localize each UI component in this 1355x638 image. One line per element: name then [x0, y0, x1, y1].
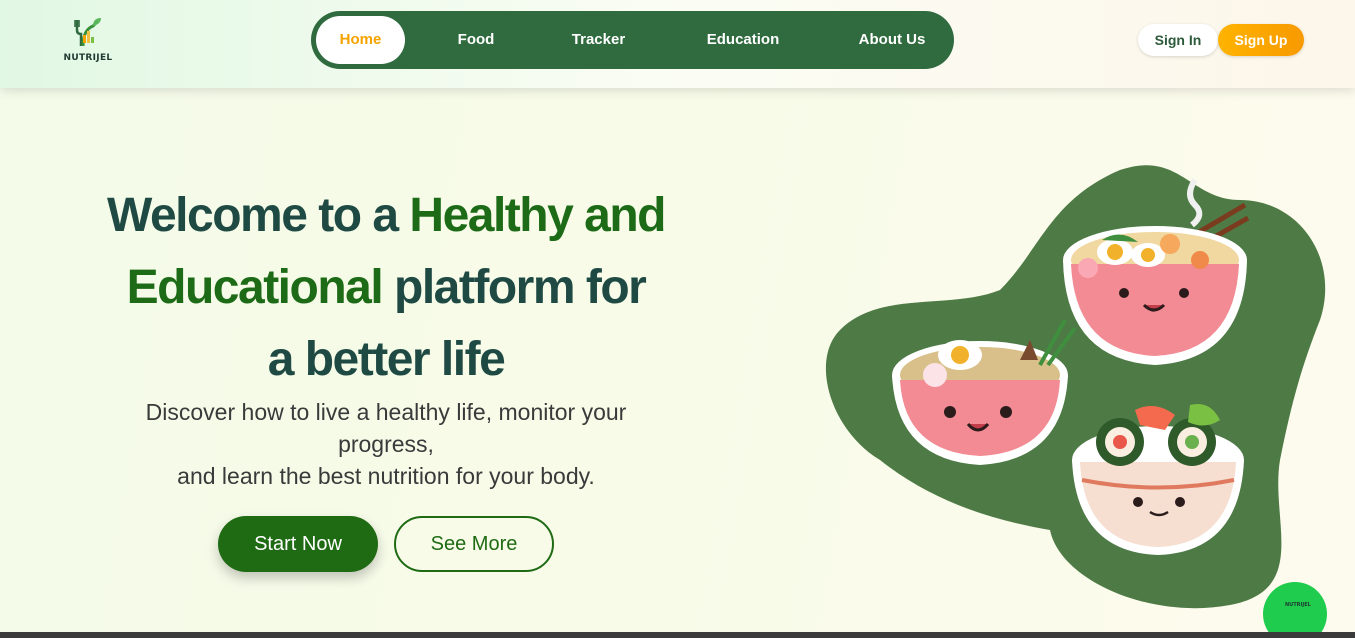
hero-title: Welcome to a Healthy and Educational pla…	[60, 180, 712, 396]
sign-up-button[interactable]: Sign Up	[1218, 24, 1304, 56]
see-more-button[interactable]: See More	[394, 516, 554, 572]
hero-description-line: progress,	[338, 431, 434, 457]
hero-description-line: and learn the best nutrition for your bo…	[177, 463, 595, 489]
hero-title-highlight: Healthy and	[409, 189, 666, 242]
logo-icon	[74, 18, 101, 47]
hero-description-line: Discover how to live a healthy life, mon…	[145, 399, 627, 425]
hero-description: Discover how to live a healthy life, mon…	[95, 396, 677, 492]
hero-title-text: platform for	[382, 261, 647, 314]
main-nav: Home Food Tracker Education About Us	[311, 11, 954, 69]
site-header: NUTRIJEL Home Food Tracker Education Abo…	[0, 0, 1355, 88]
hero-title-text: Welcome to a	[107, 189, 410, 242]
hero-title-text: a better life	[267, 333, 506, 386]
floating-logo-label: NUTRIJEL	[1285, 602, 1311, 608]
start-now-button[interactable]: Start Now	[218, 516, 378, 572]
nav-item-tracker[interactable]: Tracker	[551, 16, 646, 64]
nav-item-home[interactable]: Home	[316, 16, 405, 64]
hero-title-highlight: Educational	[126, 261, 384, 314]
nav-item-food[interactable]: Food	[431, 16, 521, 64]
taskbar-strip	[0, 632, 1355, 638]
nav-item-education[interactable]: Education	[685, 16, 801, 64]
nav-item-about-us[interactable]: About Us	[839, 16, 945, 64]
brand-logo[interactable]: NUTRIJEL	[58, 16, 118, 68]
sign-in-button[interactable]: Sign In	[1138, 24, 1218, 56]
food-bowls-illustration	[825, 165, 1326, 609]
brand-name: NUTRIJEL	[63, 53, 113, 63]
floating-chat-button[interactable]: NUTRIJEL	[1263, 582, 1327, 638]
